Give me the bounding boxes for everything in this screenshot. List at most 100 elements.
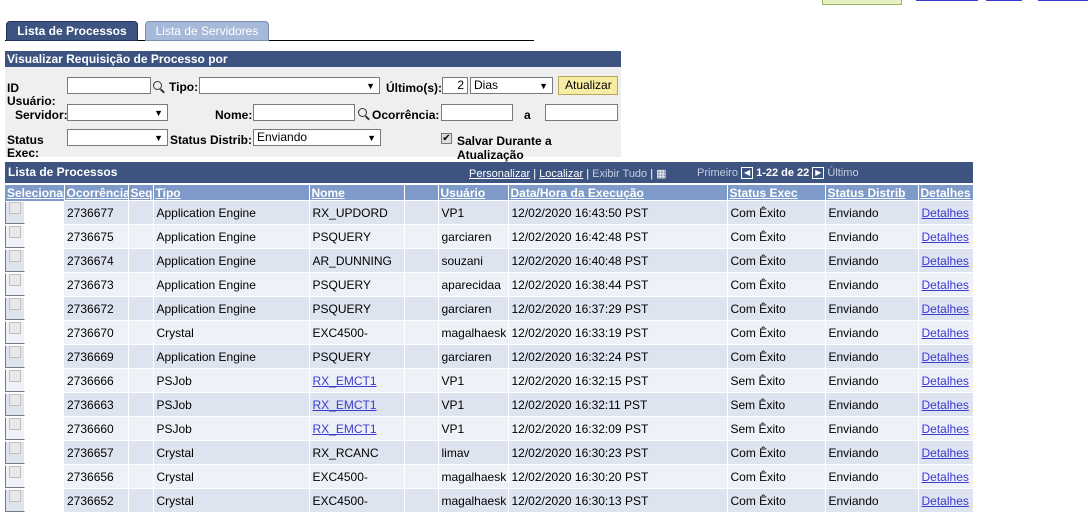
tab-bar: Lista de Processos Lista de Servidores — [5, 21, 534, 41]
search-icon[interactable] — [358, 108, 367, 117]
servidor-select[interactable]: ▼ — [67, 104, 168, 121]
row-select-checkbox[interactable] — [9, 346, 21, 358]
column-header-nome[interactable]: Nome — [309, 185, 404, 201]
cell-detalhes[interactable]: Detalhes — [918, 249, 973, 273]
cell-detalhes[interactable]: Detalhes — [918, 297, 973, 321]
cell-detalhes-link[interactable]: Detalhes — [922, 446, 969, 460]
cell-tipo: Application Engine — [153, 225, 309, 249]
cell-detalhes-link[interactable]: Detalhes — [922, 326, 969, 340]
grid-view-icon[interactable]: ▦ — [656, 168, 666, 180]
row-select-checkbox[interactable] — [9, 322, 21, 334]
ocorrencia-ate-input[interactable] — [545, 104, 618, 121]
table-row: 2736660PSJobRX_EMCT1VP112/02/2020 16:32:… — [5, 417, 973, 441]
header-link[interactable] — [916, 0, 978, 1]
column-header-status-distrib[interactable]: Status Distrib — [825, 185, 918, 201]
row-select-checkbox[interactable] — [9, 442, 21, 454]
cell-detalhes[interactable]: Detalhes — [918, 345, 973, 369]
row-select-checkbox[interactable] — [9, 418, 21, 430]
status-distrib-select[interactable]: Enviando▼ — [253, 129, 381, 146]
ultimos-input[interactable]: 2 — [442, 77, 468, 94]
row-select-checkbox[interactable] — [9, 202, 21, 214]
cell-detalhes-link[interactable]: Detalhes — [922, 278, 969, 292]
column-header-seq[interactable]: Seq — [128, 185, 153, 201]
header-link[interactable] — [986, 0, 1022, 1]
cell-detalhes[interactable]: Detalhes — [918, 465, 973, 489]
criteria-title: Visualizar Requisição de Processo por — [5, 51, 621, 67]
nome-input[interactable] — [253, 104, 355, 121]
cell-detalhes[interactable]: Detalhes — [918, 393, 973, 417]
cell-detalhes-link[interactable]: Detalhes — [922, 494, 969, 508]
cell-tipo: Crystal — [153, 321, 309, 345]
cell-blank — [404, 345, 438, 369]
row-select-checkbox[interactable] — [9, 394, 21, 406]
row-select-checkbox[interactable] — [9, 490, 21, 502]
status-exec-select[interactable]: ▼ — [67, 129, 168, 146]
cell-nome[interactable]: RX_EMCT1 — [309, 417, 404, 441]
localizar-link[interactable]: Localizar — [539, 168, 583, 180]
cell-detalhes[interactable]: Detalhes — [918, 369, 973, 393]
cell-tipo: Application Engine — [153, 201, 309, 225]
exibir-tudo-link[interactable]: Exibir Tudo — [592, 168, 647, 180]
cell-detalhes[interactable]: Detalhes — [918, 225, 973, 249]
primeiro-link[interactable]: Primeiro — [697, 167, 738, 179]
cell-blank — [404, 273, 438, 297]
id-usuario-input[interactable] — [67, 77, 151, 94]
cell-detalhes-link[interactable]: Detalhes — [922, 230, 969, 244]
periodo-select[interactable]: Dias▼ — [470, 77, 553, 94]
column-header-ocorrencia[interactable]: Ocorrência — [64, 185, 128, 201]
row-select-checkbox[interactable] — [9, 298, 21, 310]
row-select-checkbox[interactable] — [9, 466, 21, 478]
cell-detalhes-link[interactable]: Detalhes — [922, 422, 969, 436]
cell-detalhes[interactable]: Detalhes — [918, 273, 973, 297]
header-link[interactable] — [1038, 0, 1088, 1]
cell-nome-link[interactable]: RX_EMCT1 — [313, 398, 377, 412]
cell-detalhes[interactable]: Detalhes — [918, 441, 973, 465]
cell-detalhes[interactable]: Detalhes — [918, 489, 973, 512]
row-select-cell — [5, 273, 25, 296]
cell-detalhes[interactable]: Detalhes — [918, 321, 973, 345]
cell-ocorrencia: 2736656 — [64, 465, 128, 489]
cell-status-exec: Sem Êxito — [727, 393, 825, 417]
cell-detalhes-link[interactable]: Detalhes — [922, 398, 969, 412]
column-header-data-hora[interactable]: Data/Hora da Execução — [508, 185, 727, 201]
cell-detalhes-link[interactable]: Detalhes — [922, 254, 969, 268]
cell-data-hora: 12/02/2020 16:32:24 PST — [508, 345, 727, 369]
cell-detalhes-link[interactable]: Detalhes — [922, 374, 969, 388]
ultimo-link[interactable]: Último — [827, 167, 858, 179]
column-header-selecionar[interactable]: Selecionar — [5, 185, 64, 201]
column-header-tipo[interactable]: Tipo — [153, 185, 309, 201]
row-select-checkbox[interactable] — [9, 226, 21, 238]
cell-nome[interactable]: RX_EMCT1 — [309, 369, 404, 393]
tab-lista-de-servidores[interactable]: Lista de Servidores — [145, 21, 269, 41]
cell-ocorrencia: 2736673 — [64, 273, 128, 297]
cell-nome[interactable]: RX_EMCT1 — [309, 393, 404, 417]
cell-status-distrib: Enviando — [825, 225, 918, 249]
cell-status-distrib: Enviando — [825, 441, 918, 465]
cell-detalhes-link[interactable]: Detalhes — [922, 302, 969, 316]
tab-lista-de-processos[interactable]: Lista de Processos — [6, 21, 138, 41]
personalizar-link[interactable]: Personalizar — [469, 168, 530, 180]
cell-nome: PSQUERY — [309, 297, 404, 321]
ocorrencia-de-input[interactable] — [441, 104, 513, 121]
cell-detalhes-link[interactable]: Detalhes — [922, 206, 969, 220]
cell-detalhes-link[interactable]: Detalhes — [922, 470, 969, 484]
salvar-checkbox[interactable]: ✔ — [441, 133, 452, 144]
column-header-status-exec[interactable]: Status Exec — [727, 185, 825, 201]
prev-arrow-icon[interactable]: ◀ — [741, 167, 753, 179]
cell-detalhes[interactable]: Detalhes — [918, 417, 973, 441]
column-header-usuario[interactable]: Usuário — [438, 185, 508, 201]
header-button[interactable] — [822, 0, 902, 5]
cell-nome-link[interactable]: RX_EMCT1 — [313, 422, 377, 436]
row-select-checkbox[interactable] — [9, 370, 21, 382]
search-icon[interactable] — [153, 81, 162, 90]
cell-detalhes[interactable]: Detalhes — [918, 201, 973, 225]
atualizar-button[interactable]: Atualizar — [558, 76, 618, 95]
next-arrow-icon[interactable]: ▶ — [812, 167, 824, 179]
cell-seq — [128, 297, 153, 321]
row-select-checkbox[interactable] — [9, 274, 21, 286]
cell-nome-link[interactable]: RX_EMCT1 — [313, 374, 377, 388]
cell-detalhes-link[interactable]: Detalhes — [922, 350, 969, 364]
column-header-detalhes[interactable]: Detalhes — [918, 185, 973, 201]
tipo-select[interactable]: ▼ — [199, 77, 380, 94]
row-select-checkbox[interactable] — [9, 250, 21, 262]
